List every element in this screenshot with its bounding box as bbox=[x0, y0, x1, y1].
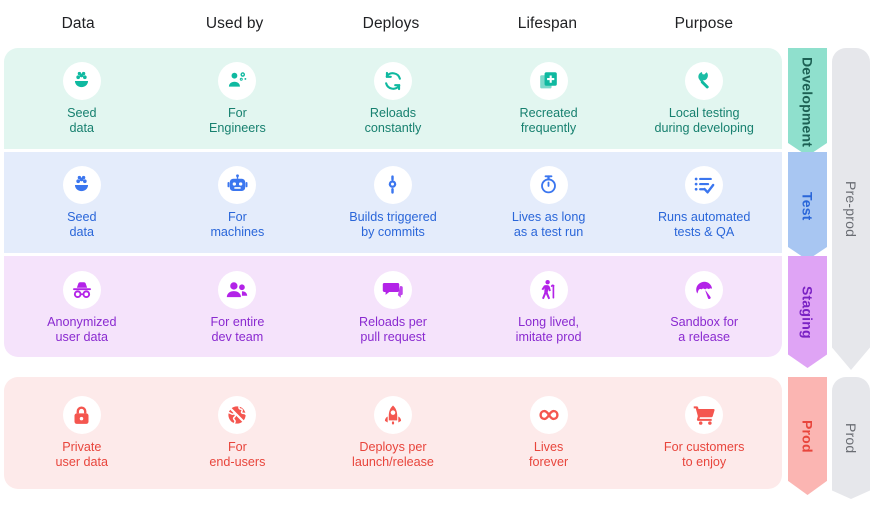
environment-tab-label: Prod bbox=[799, 419, 816, 453]
cell-staging-lifespan: Long lived, imitate prod bbox=[471, 270, 627, 345]
stopwatch-icon bbox=[529, 165, 568, 204]
column-header-data: Data bbox=[61, 15, 95, 32]
column-header-lifespan: Lifespan bbox=[517, 15, 578, 32]
cell-label: Sandbox for a release bbox=[670, 314, 739, 344]
environment-row-development: Seed data For Engineers Reloads constant… bbox=[4, 48, 782, 149]
robot-icon bbox=[218, 165, 257, 204]
cell-prod-data: Private user data bbox=[4, 396, 160, 470]
shopping-cart-icon bbox=[685, 396, 724, 434]
umbrella-icon bbox=[685, 270, 724, 309]
chat-bubbles-icon bbox=[373, 270, 412, 309]
cell-label: Anonymized user data bbox=[47, 314, 117, 344]
column-header-used-by: Used by bbox=[205, 15, 264, 32]
cell-development-lifespan: Recreated frequently bbox=[471, 61, 627, 136]
cell-label: For end-users bbox=[209, 440, 266, 469]
group-tab-preprod[interactable]: Pre-prod bbox=[832, 48, 870, 370]
cell-label: Private user data bbox=[55, 440, 109, 469]
environment-tab-prod[interactable]: Prod bbox=[788, 377, 827, 495]
cell-label: Seed data bbox=[67, 105, 97, 135]
cell-test-used-by: For machines bbox=[160, 165, 316, 240]
column-header-purpose: Purpose bbox=[674, 15, 734, 32]
wrench-icon bbox=[685, 61, 724, 100]
cell-label: For customers to enjoy bbox=[663, 440, 745, 469]
cell-label: Reloads per pull request bbox=[359, 314, 427, 344]
group-tab-label: Pre-prod bbox=[843, 180, 859, 238]
environment-row-test: Seed data For machines Builds triggered … bbox=[4, 152, 782, 253]
prod-band: Private user data For end-users Deploys … bbox=[4, 377, 782, 489]
group-tab-label: Prod bbox=[843, 422, 859, 454]
cell-staging-used-by: For entire dev team bbox=[160, 270, 316, 345]
cell-staging-data: Anonymized user data bbox=[4, 270, 160, 345]
cell-prod-deploys: Deploys per launch/release bbox=[315, 396, 471, 470]
infinity-icon bbox=[529, 396, 568, 434]
cell-prod-used-by: For end-users bbox=[160, 396, 316, 470]
preprod-band: Seed data For Engineers Reloads constant… bbox=[4, 48, 782, 357]
commit-node-icon bbox=[373, 165, 412, 204]
globe-icon bbox=[218, 396, 257, 434]
group-tab-prod[interactable]: Prod bbox=[832, 377, 870, 499]
cell-label: Seed data bbox=[67, 209, 97, 239]
cell-label: Runs automated tests & QA bbox=[657, 209, 751, 239]
cell-test-deploys: Builds triggered by commits bbox=[315, 165, 471, 240]
environment-tab-staging[interactable]: Staging bbox=[788, 256, 827, 368]
cell-label: Builds triggered by commits bbox=[349, 209, 437, 239]
environment-tab-test[interactable]: Test bbox=[788, 152, 827, 260]
engineer-gears-icon bbox=[218, 61, 257, 100]
cell-label: Recreated frequently bbox=[519, 105, 578, 135]
cell-label: Local testing during developing bbox=[654, 105, 754, 135]
cell-development-deploys: Reloads constantly bbox=[315, 61, 471, 136]
environment-row-staging: Anonymized user data For entire dev team bbox=[4, 256, 782, 357]
elderly-person-icon bbox=[529, 270, 568, 309]
refresh-loop-icon bbox=[373, 61, 412, 100]
cell-prod-purpose: For customers to enjoy bbox=[626, 396, 782, 470]
cell-staging-deploys: Reloads per pull request bbox=[315, 270, 471, 345]
environment-tab-label: Staging bbox=[799, 285, 816, 339]
cell-label: For Engineers bbox=[209, 105, 266, 135]
cell-prod-lifespan: Lives forever bbox=[471, 396, 627, 470]
duplicate-add-icon bbox=[529, 61, 568, 100]
cell-label: For entire dev team bbox=[210, 314, 265, 344]
environment-tab-label: Development bbox=[799, 56, 816, 148]
cell-development-purpose: Local testing during developing bbox=[626, 61, 782, 136]
cell-label: Lives as long as a test run bbox=[511, 209, 586, 239]
checklist-check-icon bbox=[685, 165, 724, 204]
incognito-icon bbox=[62, 270, 101, 309]
cell-label: Lives forever bbox=[528, 440, 569, 469]
cell-test-data: Seed data bbox=[4, 165, 160, 240]
cell-label: For machines bbox=[210, 209, 265, 239]
column-header-deploys: Deploys bbox=[362, 15, 420, 32]
cell-development-data: Seed data bbox=[4, 61, 160, 136]
lock-icon bbox=[62, 396, 101, 434]
environment-tab-label: Test bbox=[799, 191, 816, 221]
people-group-icon bbox=[218, 270, 257, 309]
environment-row-prod: Private user data For end-users Deploys … bbox=[4, 377, 782, 489]
cell-label: Reloads constantly bbox=[364, 105, 422, 135]
cell-development-used-by: For Engineers bbox=[160, 61, 316, 136]
column-header-row: Data Used by Deploys Lifespan Purpose bbox=[0, 0, 782, 48]
seed-sprout-icon bbox=[62, 165, 101, 204]
seed-sprout-icon bbox=[62, 61, 101, 100]
cell-test-lifespan: Lives as long as a test run bbox=[471, 165, 627, 240]
cell-label: Deploys per launch/release bbox=[352, 440, 434, 469]
cell-label: Long lived, imitate prod bbox=[515, 314, 582, 344]
environment-tab-development[interactable]: Development bbox=[788, 48, 827, 156]
cell-test-purpose: Runs automated tests & QA bbox=[626, 165, 782, 240]
rocket-icon bbox=[373, 396, 412, 434]
environments-comparison-matrix: Data Used by Deploys Lifespan Purpose Se… bbox=[0, 0, 871, 511]
cell-staging-purpose: Sandbox for a release bbox=[626, 270, 782, 345]
